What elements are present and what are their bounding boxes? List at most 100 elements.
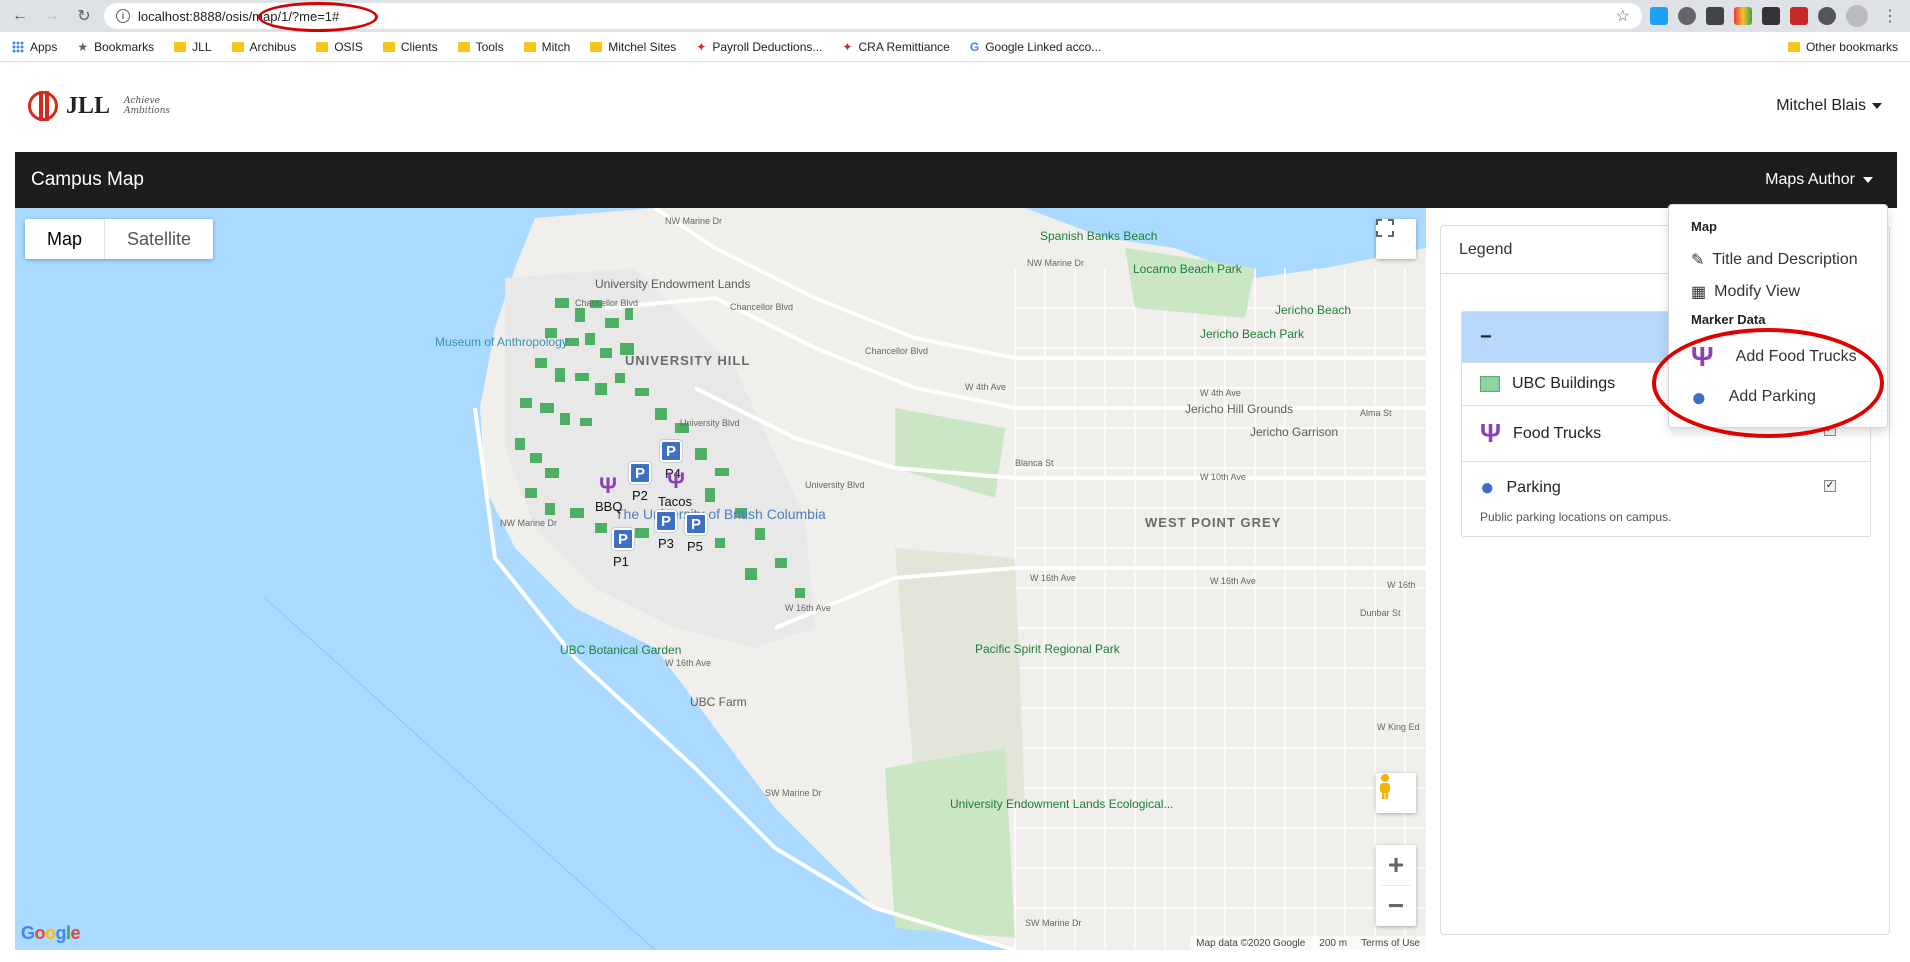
extension-icon[interactable] [1818,7,1836,25]
extension-icon[interactable] [1790,7,1808,25]
fullscreen-button[interactable] [1376,219,1416,259]
extension-icon[interactable] [1706,7,1724,25]
jll-logo[interactable]: JLL Achieve Ambitions [28,91,170,121]
bookmark-folder[interactable]: Archibus [231,40,296,54]
street-label: W 4th Ave [1200,388,1241,398]
jll-logo-mark [28,91,58,121]
browser-toolbar: ← → ↻ i localhost:8888/osis/map/1/?me=1#… [0,0,1910,32]
map-data-attribution: Map data ©2020 Google [1196,937,1306,949]
legend-item-parking: ● Parking Public parking locations on cam… [1462,461,1870,536]
extension-icon[interactable] [1650,7,1668,25]
back-icon[interactable]: ← [8,4,32,28]
marker-label: P1 [613,554,629,569]
map-type-satellite[interactable]: Satellite [105,219,213,259]
street-label: SW Marine Dr [765,788,822,798]
label-ubc-botanical: UBC Botanical Garden [560,643,682,657]
bookmark-folder[interactable]: Tools [457,40,504,54]
map-footer: Map data ©2020 Google 200 m Terms of Use [1190,936,1426,950]
google-logo[interactable]: Google [21,923,81,944]
parking-marker[interactable]: P [685,513,707,535]
bookmark-other[interactable]: Other bookmarks [1787,40,1898,54]
label-museum: Museum of Anthropology [435,335,568,349]
label-university-hill: UNIVERSITY HILL [625,353,751,368]
parking-marker[interactable]: P [655,510,677,532]
bookmark-folder[interactable]: JLL [174,40,212,54]
folder-icon [174,41,187,52]
bookmark-cra[interactable]: ✦ CRA Remittiance [842,40,949,54]
bookmark-folder[interactable]: Mitch [523,40,570,54]
parking-marker[interactable]: P [612,528,634,550]
extension-icon[interactable] [1678,7,1696,25]
bookmark-folder[interactable]: Mitchel Sites [590,40,676,54]
folder-icon [382,41,395,52]
url-text[interactable]: localhost:8888/osis/map/1/?me=1# [138,9,1608,24]
street-label: W 16th [1387,580,1416,590]
logo-text: JLL [66,92,111,119]
street-label: University Blvd [805,480,865,490]
page-navbar: Campus Map Maps Author [15,152,1897,208]
bookmark-folder[interactable]: Clients [382,40,438,54]
marker-label: P2 [632,488,648,503]
parking-description: Public parking locations on campus. [1480,510,1672,524]
google-icon: G [969,39,980,54]
bookmark-bookmarks[interactable]: ★ Bookmarks [77,40,154,54]
user-menu[interactable]: Mitchel Blais [1776,97,1882,115]
label-west-point-grey: WEST POINT GREY [1145,515,1282,530]
street-label: W 16th Ave [785,603,831,613]
add-parking-item[interactable]: ● Add Parking [1691,377,1865,417]
food-truck-marker[interactable]: Ψ [665,468,687,494]
map-type-control: Map Satellite [25,219,214,259]
bookmarks-bar: Apps ★ Bookmarks JLL Archibus OSIS Client… [0,32,1910,62]
apps-icon [12,40,24,53]
profile-icon[interactable] [1846,5,1868,27]
bookmark-apps[interactable]: Apps [12,40,57,54]
add-food-trucks-item[interactable]: Ψ Add Food Trucks [1691,337,1865,377]
street-label: W 16th Ave [1030,573,1076,583]
map-type-map[interactable]: Map [25,219,106,259]
info-icon[interactable]: i [116,9,130,23]
reload-icon[interactable]: ↻ [72,4,96,28]
parking-checkbox[interactable]: ✓ [1824,480,1836,492]
terms-link[interactable]: Terms of Use [1361,938,1420,949]
bookmark-google[interactable]: G Google Linked acco... [970,40,1101,54]
folder-icon [231,41,244,52]
zoom-in-button[interactable]: + [1376,845,1416,885]
app-header: JLL Achieve Ambitions Mitchel Blais [0,62,1910,150]
food-truck-marker[interactable]: Ψ [597,473,619,499]
parking-marker[interactable]: P [629,462,651,484]
address-bar[interactable]: i localhost:8888/osis/map/1/?me=1# ☆ [104,3,1642,29]
zoom-control: + − [1376,845,1416,926]
label-pacific-spirit: Pacific Spirit Regional Park [975,642,1120,656]
street-label: W 16th Ave [1210,576,1256,586]
map-icon: ▦ [1691,284,1707,301]
street-label: W 16th Ave [665,658,711,668]
bookmark-payroll[interactable]: ✦ Payroll Deductions... [696,40,822,54]
street-view-pegman[interactable] [1376,773,1416,813]
user-name: Mitchel Blais [1776,97,1866,114]
maps-author-menu[interactable]: Maps Author [1765,171,1873,189]
star-icon[interactable]: ☆ [1616,6,1630,26]
fullscreen-icon [1376,219,1394,237]
map-canvas[interactable]: Map Satellite + − Spanish Banks Beach Lo… [15,208,1426,950]
menu-icon[interactable]: ⋮ [1878,4,1902,28]
parking-marker[interactable]: P [660,440,682,462]
edit-icon: ✎ [1691,252,1705,269]
scale-bar[interactable]: 200 m [1319,938,1347,949]
street-label: W King Ed [1377,722,1420,732]
extension-icon[interactable] [1762,7,1780,25]
street-label: W 10th Ave [1200,472,1246,482]
maps-author-dropdown: Map ✎ Title and Description ▦ Modify View … [1668,204,1888,428]
label-jericho-beach-park: Jericho Beach Park [1200,327,1305,341]
title-description-item[interactable]: ✎ Title and Description [1691,244,1865,276]
modify-view-item[interactable]: ▦ Modify View [1691,276,1865,308]
forward-icon[interactable]: → [40,4,64,28]
street-label: Chancellor Blvd [730,302,794,312]
pegman-icon [1380,774,1390,799]
zoom-out-button[interactable]: − [1376,886,1416,926]
dropdown-section-marker: Marker Data [1691,312,1766,327]
marker-label: P3 [658,536,674,551]
extension-icon[interactable] [1734,7,1752,25]
label-jericho-beach: Jericho Beach [1275,303,1352,317]
bookmark-folder[interactable]: OSIS [316,40,363,54]
street-label: University Blvd [680,418,740,428]
